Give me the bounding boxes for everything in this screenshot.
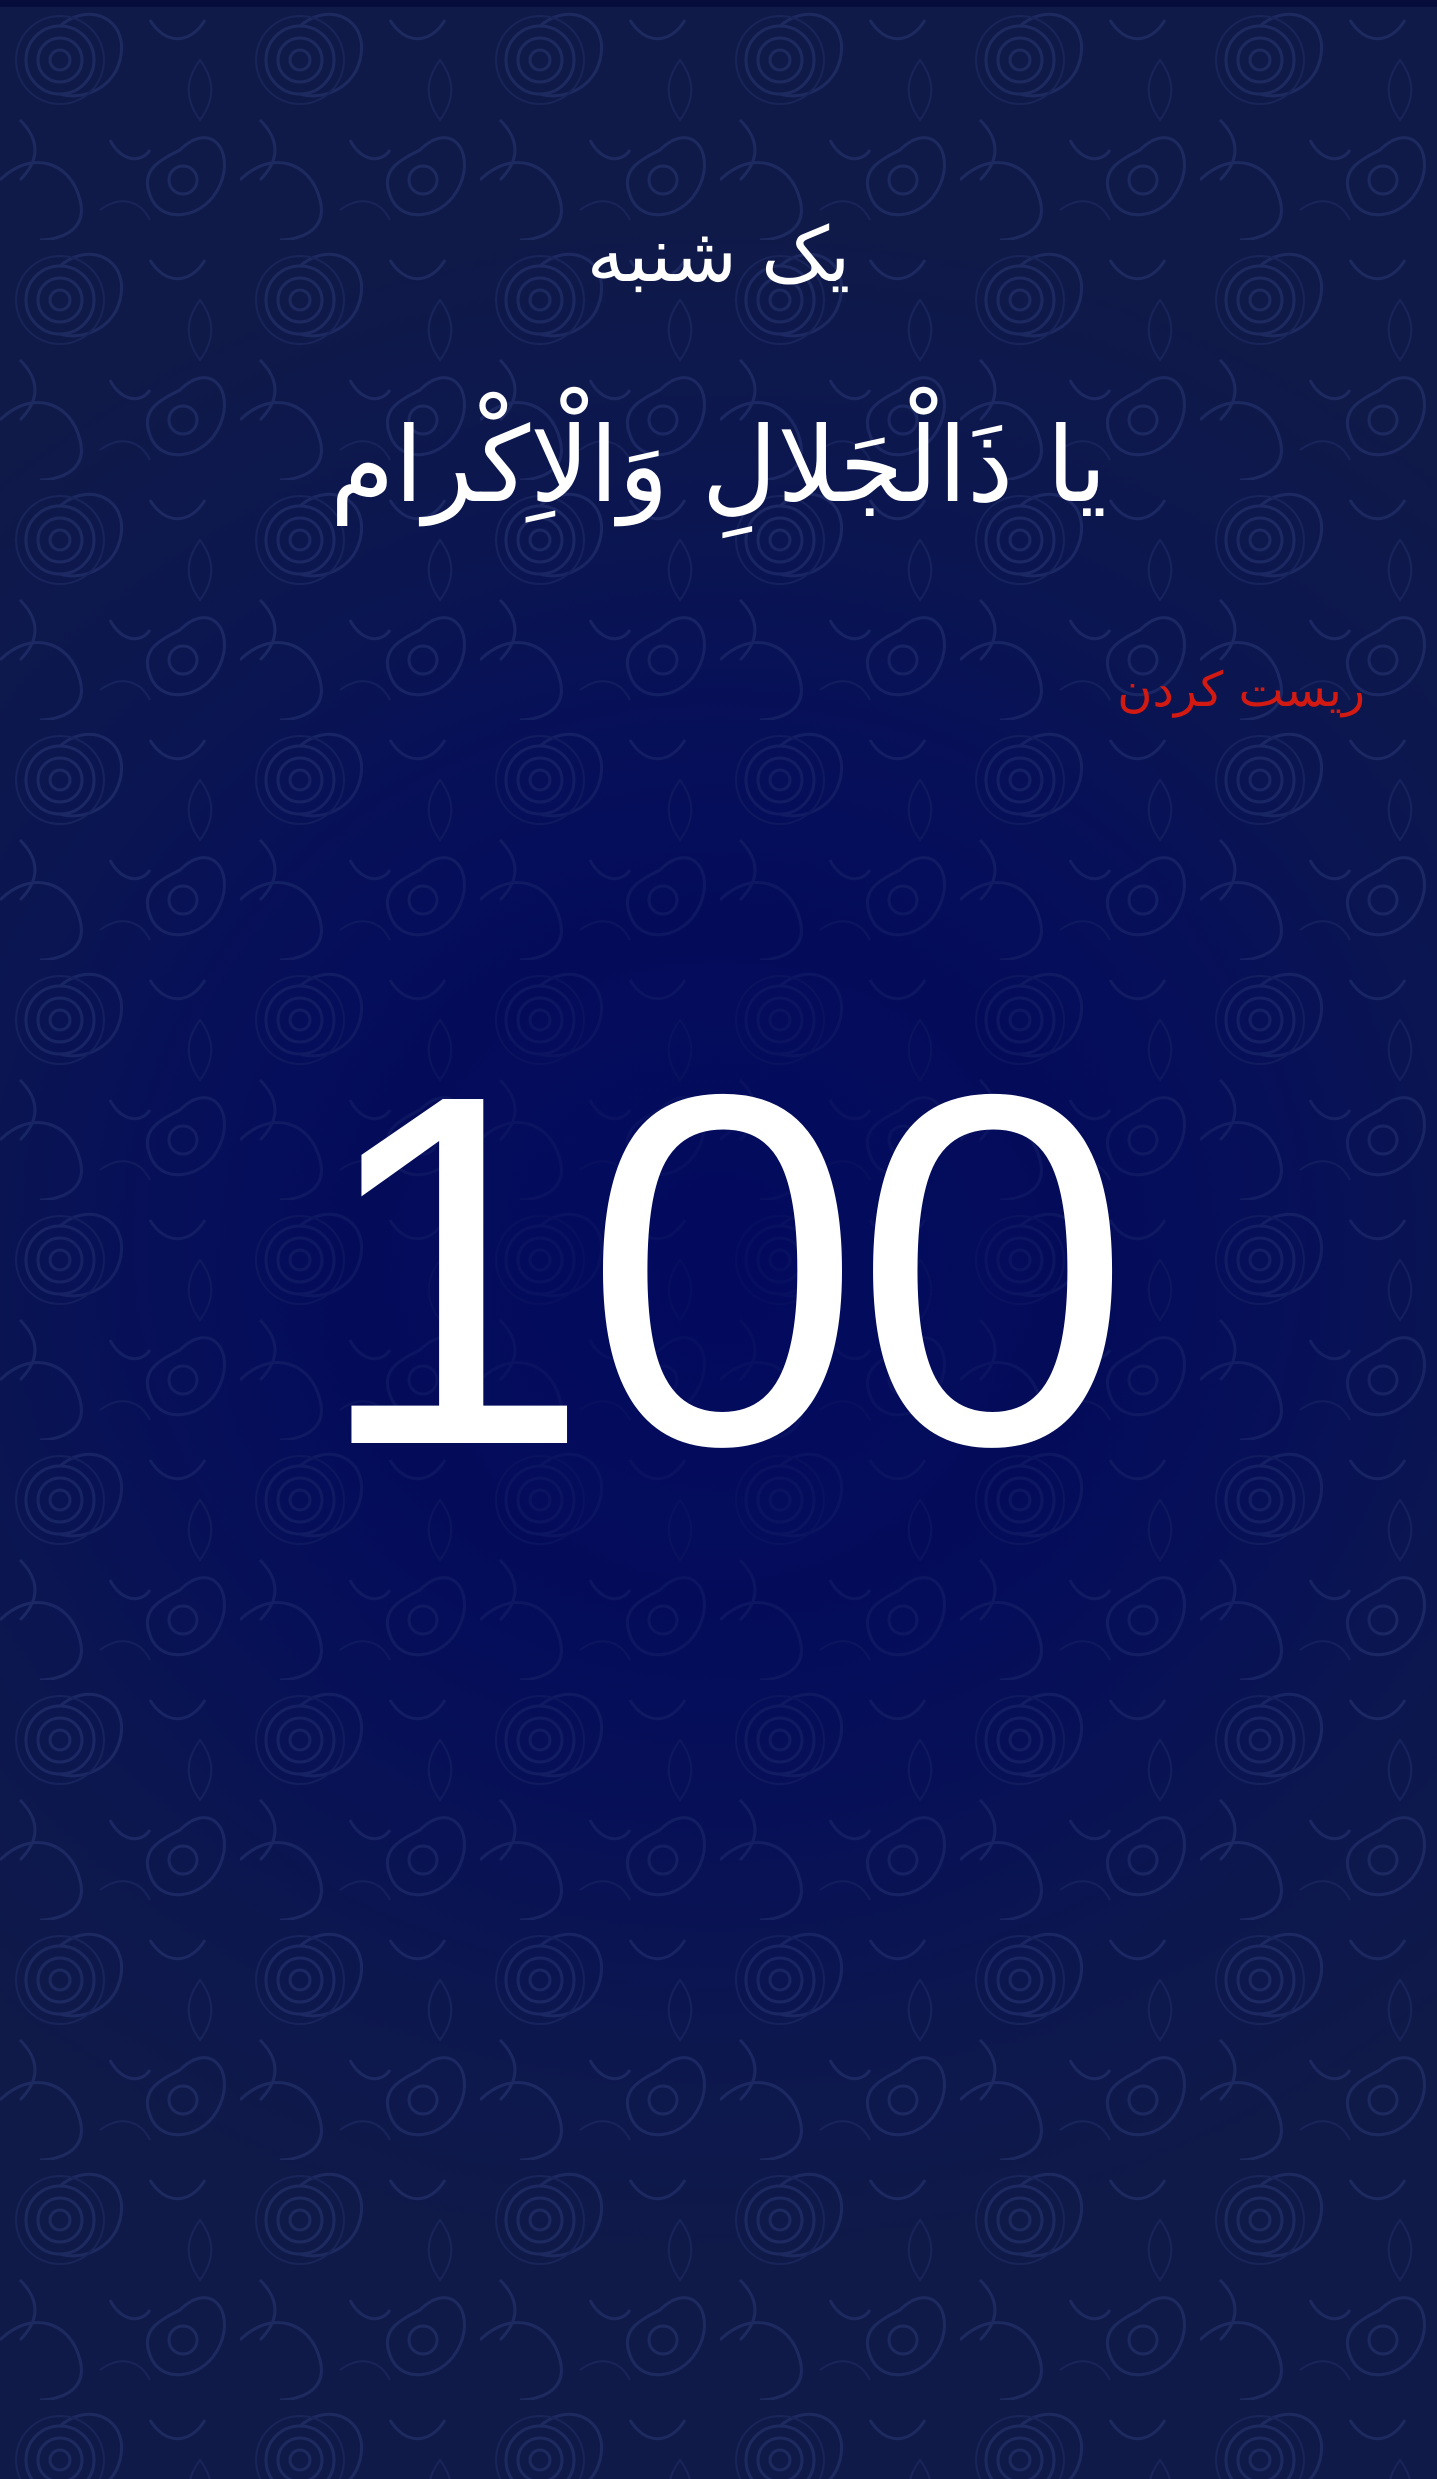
app-screen: یک شنبه یا ذَالْجَلالِ وَالْاِکْرام ریست…	[0, 0, 1437, 2479]
day-title: یک شنبه	[586, 210, 851, 299]
counter-value: 100	[313, 990, 1131, 1549]
zikr-text: یا ذَالْجَلالِ وَالْاِکْرام	[329, 404, 1107, 526]
reset-button[interactable]: ریست کردن	[1117, 660, 1365, 720]
